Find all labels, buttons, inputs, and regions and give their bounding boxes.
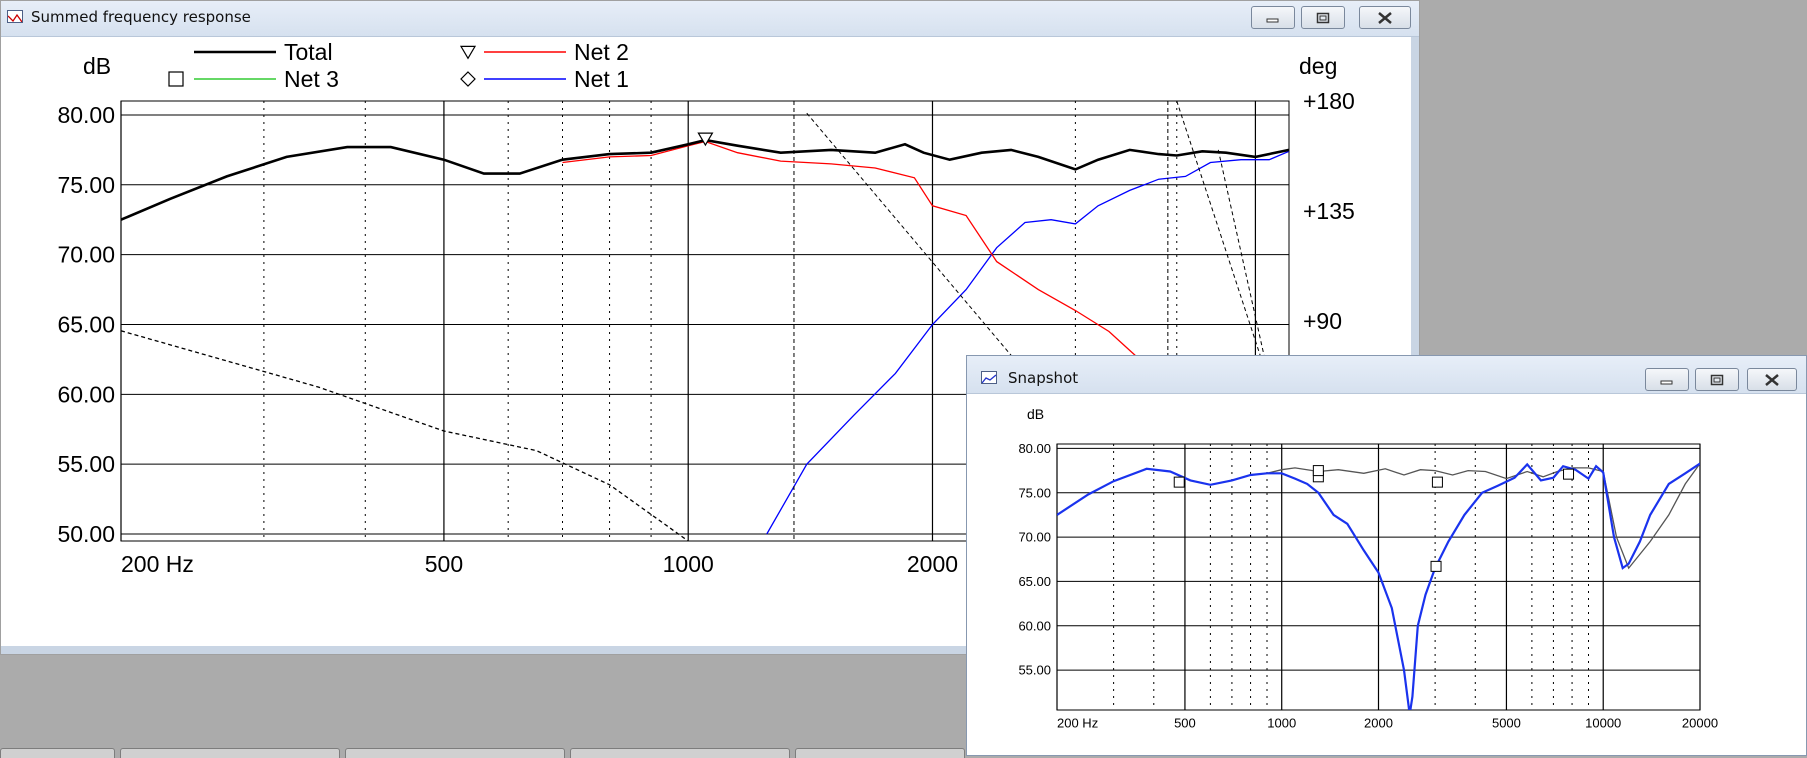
taskbar-button[interactable] (120, 748, 340, 758)
snapshot-marker (1312, 465, 1324, 477)
y-tick-label: 65.00 (57, 312, 115, 338)
y2-tick-label: +90 (1303, 308, 1342, 334)
snapshot-marker (1431, 476, 1443, 488)
y-tick-label: 55.00 (57, 451, 115, 477)
snapshot-marker-box (1312, 465, 1324, 477)
snapshot-window[interactable]: Snapshot dB 80.00 75.00 70.00 65.00 60.00 55.… (966, 355, 1807, 756)
snapshot-marker (1430, 560, 1442, 572)
taskbar-button[interactable] (345, 748, 565, 758)
x-tick-label: 1000 (1267, 716, 1296, 731)
y-tick-label: 55.00 (1018, 663, 1051, 678)
y-tick-label: 65.00 (1018, 574, 1051, 589)
x-tick-label: 1000 (663, 551, 714, 577)
snapshot-marker-box (1430, 560, 1442, 572)
y-tick-label: 80.00 (1018, 441, 1051, 456)
x-tick-label: 2000 (1364, 716, 1393, 731)
snapshot-marker (1173, 476, 1185, 488)
y-tick-label: 60.00 (1018, 618, 1051, 633)
x-tick-label: 500 (425, 551, 463, 577)
snapshot-plot: 80.00 75.00 70.00 65.00 60.00 55.00 200 Hz 500 1… (1018, 441, 1718, 731)
x-tick-label: 200 Hz (1057, 716, 1098, 731)
taskbar-button[interactable] (570, 748, 790, 758)
y-tick-label: 50.00 (57, 521, 115, 547)
x-tick-label: 2000 (907, 551, 958, 577)
snapshot-marker (1563, 468, 1575, 480)
y-tick-label: 60.00 (57, 381, 115, 407)
x-tick-label: 200 Hz (121, 551, 194, 577)
y-tick-label: 75.00 (1018, 485, 1051, 500)
y2-tick-label: +135 (1303, 198, 1355, 224)
y-tick-label: 75.00 (57, 172, 115, 198)
y-tick-label: 70.00 (57, 242, 115, 268)
x-tick-label: 5000 (1492, 716, 1521, 731)
snapshot-marker-box (1173, 476, 1185, 488)
y-tick-label: 70.00 (1018, 530, 1051, 545)
x-tick-label: 10000 (1585, 716, 1621, 731)
snapshot-marker-box (1431, 476, 1443, 488)
x-tick-label: 500 (1174, 716, 1196, 731)
y-tick-label: 80.00 (57, 102, 115, 128)
taskbar-button[interactable] (795, 748, 965, 758)
taskbar-button[interactable] (0, 748, 115, 758)
x-tick-label: 20000 (1682, 716, 1718, 731)
taskbar (0, 748, 1000, 758)
snapshot-marker-box (1563, 468, 1575, 480)
y2-tick-label: +180 (1303, 88, 1355, 114)
